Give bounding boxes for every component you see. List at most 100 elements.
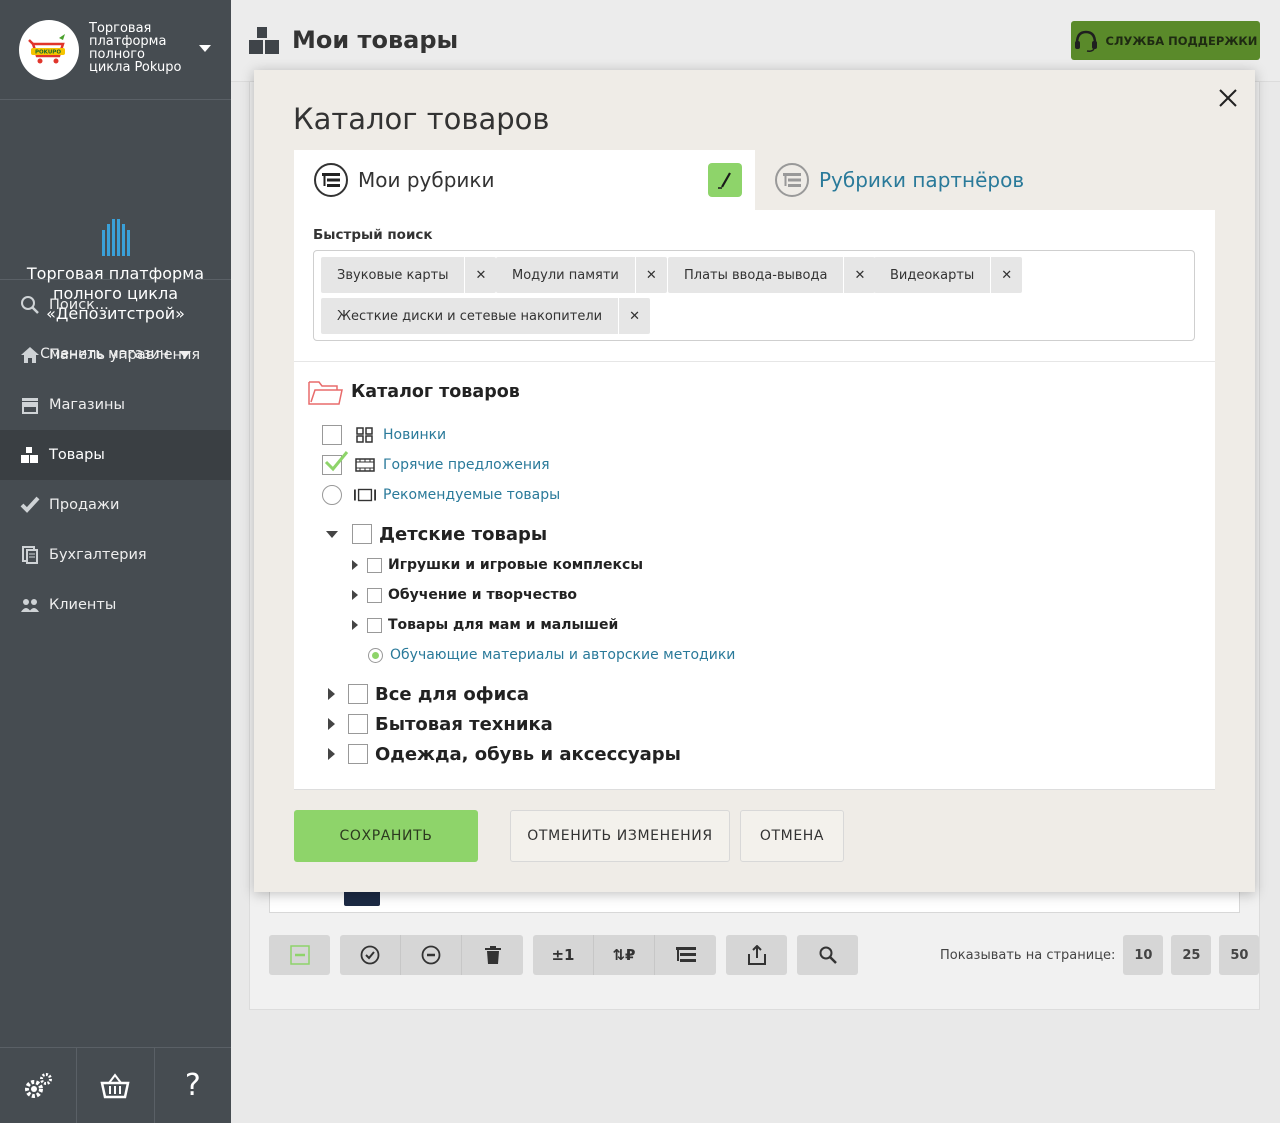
store-icon [19,394,41,416]
close-icon[interactable]: ✕ [991,257,1022,293]
nav-item-clients[interactable]: Клиенты [0,580,231,630]
catalog-icon [775,163,809,197]
price-button[interactable]: ⇅₽ [594,935,655,975]
org-name: Торговая платформа полного цикла Pokupo [89,21,182,75]
nav-item-dashboard[interactable]: Панель управления [0,330,231,380]
pencil-icon [718,172,731,189]
chevron-right-icon[interactable] [328,748,335,760]
special-category-link[interactable]: Горячие предложения [383,457,550,473]
quantity-button[interactable]: ±1 [533,935,594,975]
tree-node-methods: Обучающие материалы и авторские методики [368,646,735,664]
documents-icon [19,544,41,566]
search-icon [19,294,41,316]
tree-node-office: Все для офиса [328,683,529,705]
recommended-radio[interactable] [322,485,342,505]
chevron-right-icon[interactable] [328,718,335,730]
check-icon [19,494,41,516]
page-title: Мои товары [292,26,459,54]
nav-item-stores[interactable]: Магазины [0,380,231,430]
nav-item-label: Магазины [49,397,125,413]
org-switcher[interactable]: POKUPO Торговая платформа полного цикла … [0,0,231,100]
trash-icon [484,946,501,964]
deselect-button[interactable] [269,935,330,975]
tree-node-label[interactable]: Обучающие материалы и авторские методики [390,647,735,663]
tree-checkbox[interactable] [367,587,382,603]
help-button[interactable]: ? [155,1048,231,1123]
save-button[interactable]: СОХРАНИТЬ [294,810,478,862]
tab-my-categories[interactable]: Мои рубрики [294,150,755,210]
settings-button[interactable] [0,1048,78,1123]
catalog-icon [675,947,696,962]
tree-checkbox[interactable] [352,524,372,544]
tree-node-label[interactable]: Детские товары [379,524,547,545]
close-icon[interactable]: ✕ [636,257,667,293]
per-page-option[interactable]: 25 [1171,935,1212,975]
special-category-link[interactable]: Рекомендуемые товары [383,487,560,503]
chevron-right-icon[interactable] [328,688,335,700]
boxes-icon [249,27,279,54]
nav-item-label: Поиск... [49,297,109,313]
export-button[interactable] [726,935,787,975]
search-chip: Жесткие диски и сетевые накопители ✕ [321,298,651,334]
chevron-right-icon[interactable] [352,590,358,600]
tree-checkbox[interactable] [348,714,368,734]
products-toolbar: ±1 ⇅₽ [269,935,858,975]
gears-icon [25,1072,53,1098]
tree-node-label[interactable]: Игрушки и игровые комплексы [388,557,643,573]
help-icon: ? [184,1068,201,1103]
nav-item-products[interactable]: Товары [0,430,231,480]
close-icon[interactable]: ✕ [465,257,496,293]
per-page-option[interactable]: 10 [1123,935,1164,975]
nav-item-sales[interactable]: Продажи [0,480,231,530]
basket-button[interactable] [77,1048,155,1123]
categories-panel: Быстрый поиск Звуковые карты ✕ Модули па… [294,210,1215,790]
shop-block: Торговая платформа полного цикла «Депози… [0,100,231,362]
close-icon[interactable] [1217,87,1239,109]
delete-button[interactable] [462,935,523,975]
close-icon[interactable]: ✕ [619,298,650,334]
nav-item-label: Товары [49,447,105,463]
hot-checkbox[interactable] [322,451,349,475]
chevron-right-icon[interactable] [352,560,358,570]
tree-node-label[interactable]: Одежда, обувь и аксессуары [375,744,681,765]
chevron-down-icon[interactable] [326,530,338,538]
publish-button[interactable] [340,935,401,975]
basket-icon [100,1072,131,1098]
tree-node-label[interactable]: Обучение и творчество [388,587,577,603]
close-icon[interactable]: ✕ [844,257,875,293]
grid-icon [354,427,376,443]
plus-minus-icon: ±1 [551,946,575,964]
tree-node-label[interactable]: Бытовая техника [375,714,553,735]
per-page-option[interactable]: 50 [1219,935,1260,975]
catalog-modal: Каталог товаров Мои рубрики Рубрики парт… [254,70,1255,892]
org-logo: POKUPO [19,20,79,80]
toolbar-group [797,935,858,975]
unpublish-button[interactable] [401,935,462,975]
nav-item-label: Панель управления [49,347,201,363]
search-button[interactable] [797,935,858,975]
tree-checkbox[interactable] [348,744,368,764]
tree-checkbox[interactable] [367,617,382,633]
tree-checkbox[interactable] [348,684,368,704]
special-category-link[interactable]: Новинки [383,427,446,443]
chevron-down-icon[interactable] [199,45,211,52]
tree-node-label[interactable]: Товары для мам и малышей [388,617,618,633]
support-button[interactable]: СЛУЖБА ПОДДЕРЖКИ [1071,21,1260,60]
tab-label: Мои рубрики [358,168,495,192]
cancel-button[interactable]: ОТМЕНА [740,810,844,862]
nav-item-search[interactable]: Поиск... [0,280,231,330]
tree-node-label[interactable]: Все для офиса [375,684,529,705]
tree-checkbox[interactable] [367,557,382,573]
new-checkbox[interactable] [322,425,342,445]
quick-search-field[interactable]: Звуковые карты ✕ Модули памяти ✕ Платы в… [313,250,1195,341]
revert-changes-button[interactable]: ОТМЕНИТЬ ИЗМЕНЕНИЯ [510,810,730,862]
chevron-right-icon[interactable] [352,620,358,630]
catalog-root: Каталог товаров [307,378,520,406]
catalog-button[interactable] [655,935,716,975]
nav-item-accounting[interactable]: Бухгалтерия [0,530,231,580]
tree-node-learning: Обучение и творчество [352,586,577,604]
checkmark-icon [324,451,349,472]
tree-radio[interactable] [368,647,383,663]
tab-partner-categories[interactable]: Рубрики партнёров [755,150,1215,210]
edit-categories-button[interactable] [708,163,742,197]
